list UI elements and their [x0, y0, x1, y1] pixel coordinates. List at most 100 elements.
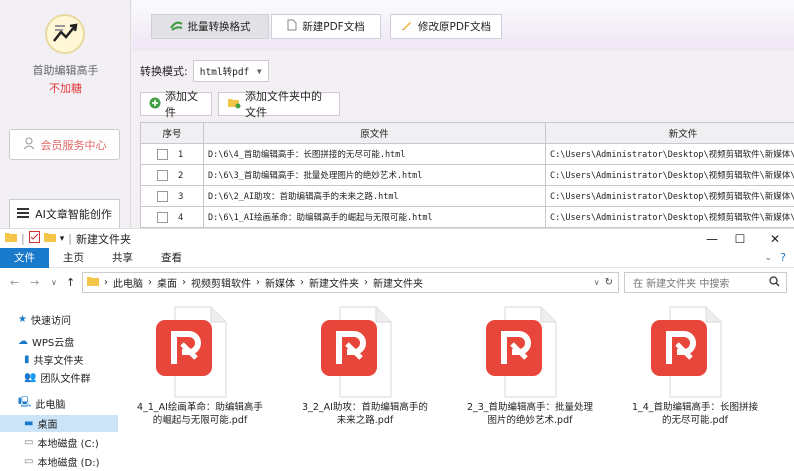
breadcrumb[interactable]: 此电脑 [113, 275, 143, 290]
ribbon-expand-icon[interactable]: ⌄ [764, 253, 772, 263]
nav-drive-d[interactable]: ▭本地磁盘 (D:) [24, 453, 100, 469]
nav-desktop[interactable]: ▬桌面 [0, 415, 118, 432]
ribbon-tabs: 文件 主页 共享 查看 ⌄ ? [0, 248, 794, 268]
tab-share[interactable]: 共享 [98, 248, 147, 268]
file-name-line: 2_3_首助编辑高手：批量处理 [467, 402, 593, 413]
add-file-button[interactable]: 添加文件 [140, 92, 212, 116]
team-icon: 👥 [24, 372, 36, 383]
divider: | [68, 232, 72, 245]
file-item[interactable]: 2_3_首助编辑高手：批量处理图片的绝妙艺术.pdf [455, 306, 605, 471]
top-toolbar: 批量转换格式 新建PDF文档 修改原PDF文档 [132, 0, 794, 50]
help-icon[interactable]: ? [780, 251, 786, 264]
explorer-titlebar: | ▾ | 新建文件夹 [0, 229, 794, 248]
nav-quick-access[interactable]: ★ 快速访问 [18, 311, 71, 327]
folder-icon [87, 276, 99, 290]
file-table: 序号 原文件 新文件 1D:\6\4_首助编辑高手：长图拼接的无尽可能.html… [140, 122, 794, 228]
table-row[interactable]: 2D:\6\3_首助编辑高手：批量处理图片的绝妙艺术.htmlC:\Users\… [141, 165, 794, 186]
table-row[interactable]: 3D:\6\2_AI助攻：首助编辑高手的未来之路.htmlC:\Users\Ad… [141, 186, 794, 207]
computer-icon: 🖳 [18, 395, 31, 412]
converter-app: 首助编辑高手 不加糖 会员服务中心 AI文章智能创作 批量转换格式 新建PDF文… [0, 0, 794, 228]
nav-label: 共享文件夹 [34, 352, 84, 367]
refresh-icon[interactable]: ↻ [605, 277, 613, 288]
row-number: 1 [178, 150, 183, 160]
document-icon [287, 19, 297, 34]
tab-view[interactable]: 查看 [147, 248, 196, 268]
navigation-pane: ★ 快速访问 ☁WPS云盘 ▮共享文件夹 👥 团队文件群 🖳此电脑 ▬桌面 ▭本地磁… [0, 298, 118, 469]
row-index-cell: 3 [141, 186, 204, 207]
tab-file[interactable]: 文件 [0, 248, 49, 268]
file-item[interactable]: 4_1_AI绘画革命：助编辑高手的崛起与无限可能.pdf [125, 306, 275, 471]
recent-dropdown-icon[interactable]: ∨ [51, 278, 57, 287]
file-name: 2_3_首助编辑高手：批量处理图片的绝妙艺术.pdf [455, 401, 605, 427]
add-folder-button[interactable]: 添加文件夹中的文件 [218, 92, 340, 116]
edit-pdf-label: 修改原PDF文档 [418, 19, 491, 34]
conversion-mode: 转换模式: html转pdf ▼ [140, 60, 269, 82]
file-item[interactable]: 3_2_AI助攻：首助编辑高手的未来之路.pdf [290, 306, 440, 471]
breadcrumb[interactable]: 视频剪辑软件 [191, 275, 251, 290]
row-number: 4 [178, 213, 183, 223]
nav-wps-cloud[interactable]: ☁WPS云盘 [18, 333, 74, 349]
up-arrow-icon[interactable]: ↑ [66, 276, 75, 289]
tab-home[interactable]: 主页 [49, 248, 98, 268]
nav-shared-folder[interactable]: ▮共享文件夹 [24, 351, 84, 367]
chevron-down-icon: ▼ [257, 67, 262, 76]
col-index: 序号 [141, 123, 204, 144]
back-arrow-icon[interactable]: ← [10, 276, 19, 289]
pdf-file-icon [155, 306, 227, 398]
chevron-right-icon: › [148, 277, 152, 288]
breadcrumb[interactable]: 新媒体 [265, 275, 295, 290]
row-index-cell: 4 [141, 207, 204, 228]
address-dropdown-icon[interactable]: ∨ [594, 278, 600, 287]
nav-label: 快速访问 [31, 312, 71, 327]
chevron-right-icon: › [300, 277, 304, 288]
nav-team-group[interactable]: 👥 团队文件群 [24, 369, 90, 385]
star-icon: ★ [18, 314, 27, 325]
file-explorer-window: | ▾ | 新建文件夹 — ☐ ✕ 文件 主页 共享 查看 ⌄ ? ← → ∨ … [0, 228, 794, 468]
new-pdf-button[interactable]: 新建PDF文档 [271, 14, 381, 39]
batch-convert-button[interactable]: 批量转换格式 [151, 14, 269, 39]
nav-drive-c[interactable]: ▭本地磁盘 (C:) [24, 434, 99, 450]
nav-label: 团队文件群 [40, 370, 90, 385]
row-index-cell: 1 [141, 144, 204, 165]
vip-center-button[interactable]: 会员服务中心 [9, 129, 120, 160]
vip-label: 会员服务中心 [41, 137, 107, 153]
breadcrumb[interactable]: 桌面 [157, 275, 177, 290]
file-name: 4_1_AI绘画革命：助编辑高手的崛起与无限可能.pdf [125, 401, 275, 427]
app-name: 首助编辑高手 [0, 62, 131, 78]
breadcrumb[interactable]: 新建文件夹 [309, 275, 359, 290]
address-bar[interactable]: › 此电脑› 桌面› 视频剪辑软件› 新媒体› 新建文件夹› 新建文件夹 ∨ ↻ [82, 272, 619, 293]
properties-icon[interactable] [29, 231, 40, 246]
nav-this-pc[interactable]: 🖳此电脑 [18, 395, 65, 411]
table-row[interactable]: 1D:\6\4_首助编辑高手：长图拼接的无尽可能.htmlC:\Users\Ad… [141, 144, 794, 165]
search-input[interactable]: 在 新建文件夹 中搜索 [624, 272, 787, 293]
source-cell: D:\6\2_AI助攻：首助编辑高手的未来之路.html [204, 186, 546, 207]
pdf-file-icon [650, 306, 722, 398]
breadcrumb[interactable]: 新建文件夹 [373, 275, 423, 290]
file-item[interactable]: 1_4_首助编辑高手：长图拼接的无尽可能.pdf [620, 306, 770, 471]
user-icon [23, 137, 35, 153]
mode-select[interactable]: html转pdf ▼ [193, 60, 269, 82]
folder-icon [5, 232, 17, 246]
table-row[interactable]: 4D:\6\1_AI绘画革命：助编辑高手的崛起与无限可能.htmlC:\User… [141, 207, 794, 228]
row-checkbox[interactable] [157, 212, 168, 223]
file-name-line: 未来之路.pdf [337, 415, 393, 426]
sidebar: 首助编辑高手 不加糖 会员服务中心 AI文章智能创作 [0, 0, 131, 228]
mode-value: html转pdf [200, 64, 250, 78]
forward-arrow-icon[interactable]: → [30, 276, 39, 289]
edit-pdf-button[interactable]: 修改原PDF文档 [390, 14, 502, 39]
quick-access-dropdown-icon[interactable]: ▾ [60, 234, 65, 244]
close-icon[interactable]: ✕ [755, 229, 794, 248]
new-folder-icon[interactable] [44, 232, 56, 246]
file-name-line: 3_2_AI助攻：首助编辑高手的 [302, 402, 428, 413]
file-name-line: 的无尽可能.pdf [662, 415, 728, 426]
chevron-right-icon: › [256, 277, 260, 288]
main-panel: 批量转换格式 新建PDF文档 修改原PDF文档 转换模式: html转pdf ▼… [132, 0, 794, 228]
row-checkbox[interactable] [157, 191, 168, 202]
row-checkbox[interactable] [157, 149, 168, 160]
row-checkbox[interactable] [157, 170, 168, 181]
ai-writing-button[interactable]: AI文章智能创作 [9, 199, 120, 228]
target-cell: C:\Users\Administrator\Desktop\视频剪辑软件\新媒… [546, 186, 794, 207]
maximize-icon[interactable]: ☐ [720, 229, 760, 248]
nav-label: 本地磁盘 (D:) [37, 454, 99, 469]
pencil-icon [401, 19, 413, 34]
